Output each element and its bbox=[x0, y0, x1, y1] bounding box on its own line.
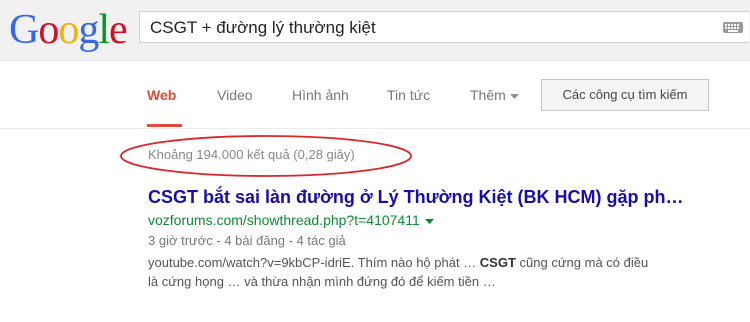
chevron-down-icon bbox=[509, 93, 519, 99]
search-input[interactable]: CSGT + đường lý thường kiệt bbox=[139, 11, 749, 43]
tab-more[interactable]: Thêm bbox=[470, 87, 519, 103]
active-tab-indicator bbox=[147, 124, 182, 127]
keyboard-icon-graphic bbox=[725, 24, 739, 32]
snippet-line1-pre: youtube.com/watch?v=9kbCP-idriE. Thím nà… bbox=[148, 255, 480, 270]
google-logo[interactable]: Google bbox=[9, 7, 128, 53]
result-url: vozforums.com/showthread.php?t=4107411 bbox=[148, 212, 420, 228]
logo-letter-g: G bbox=[9, 7, 39, 53]
logo-letter-g2: g bbox=[78, 7, 99, 53]
tab-news[interactable]: Tin tức bbox=[387, 87, 430, 103]
result-url-row: vozforums.com/showthread.php?t=4107411 bbox=[148, 211, 748, 229]
tab-video[interactable]: Video bbox=[217, 87, 253, 103]
keyboard-icon[interactable] bbox=[723, 22, 743, 33]
snippet-line1-post: cũng cứng mà có điều bbox=[515, 255, 649, 270]
header-bar: Google CSGT + đường lý thường kiệt bbox=[0, 0, 750, 61]
result-title-link[interactable]: CSGT bắt sai làn đường ở Lý Thường Kiệt … bbox=[148, 186, 748, 208]
search-query-text: CSGT + đường lý thường kiệt bbox=[150, 18, 376, 37]
logo-letter-e: e bbox=[109, 7, 128, 53]
search-tools-button[interactable]: Các công cụ tìm kiếm bbox=[541, 79, 709, 111]
tab-more-label: Thêm bbox=[470, 87, 506, 103]
snippet-bold-term: CSGT bbox=[479, 255, 516, 270]
logo-letter-o1: o bbox=[38, 7, 59, 53]
search-result: CSGT bắt sai làn đường ở Lý Thường Kiệt … bbox=[148, 186, 748, 291]
snippet-line2: là cứng họng … và thừa nhận mình đứng đó… bbox=[148, 274, 496, 289]
tab-images[interactable]: Hình ảnh bbox=[292, 87, 349, 103]
search-tabs: Web Video Hình ảnh Tin tức Thêm Các công… bbox=[0, 60, 750, 129]
red-circle-annotation bbox=[120, 135, 412, 177]
logo-letter-o2: o bbox=[58, 7, 79, 53]
tab-web[interactable]: Web bbox=[147, 87, 176, 103]
result-meta: 3 giờ trước - 4 bài đăng - 4 tác giả bbox=[148, 233, 346, 248]
result-snippet: youtube.com/watch?v=9kbCP-idriE. Thím nà… bbox=[148, 253, 740, 291]
logo-letter-l: l bbox=[98, 7, 110, 53]
url-dropdown-icon[interactable] bbox=[424, 218, 434, 224]
